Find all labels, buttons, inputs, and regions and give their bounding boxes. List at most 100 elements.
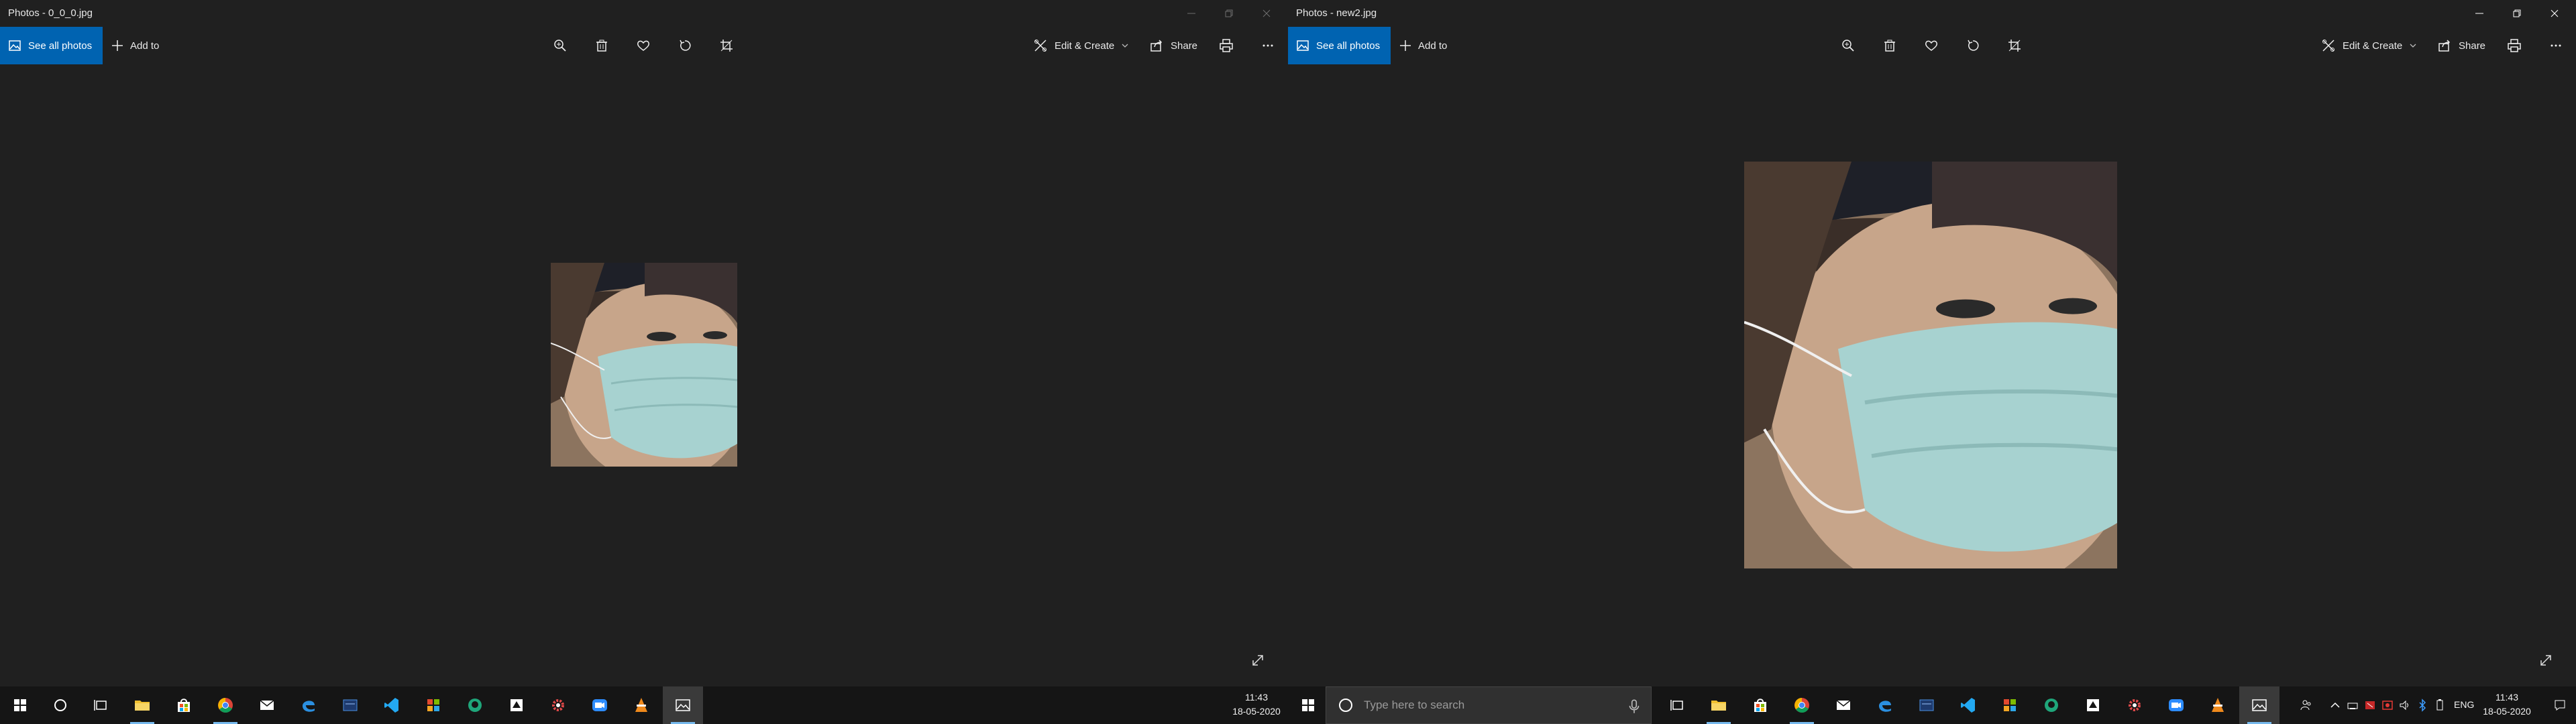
delete-icon <box>596 40 607 52</box>
taskbar-zoom[interactable] <box>580 686 620 724</box>
see-all-photos-button[interactable]: See all photos <box>1288 27 1391 64</box>
delete-button[interactable] <box>588 34 615 58</box>
tray-bluetooth[interactable] <box>2414 686 2431 724</box>
taskbar-photos[interactable] <box>2239 686 2279 724</box>
tray-network[interactable] <box>2344 686 2361 724</box>
taskbar-vlc[interactable] <box>621 686 661 724</box>
taskbar-gitkraken[interactable] <box>455 686 495 724</box>
close-button[interactable] <box>2536 0 2573 27</box>
rotate-button[interactable] <box>1960 34 1986 58</box>
full-screen-button[interactable] <box>2536 650 2556 670</box>
taskbar-mail[interactable] <box>247 686 287 724</box>
office-icon <box>427 699 439 711</box>
taskbar-vscode[interactable] <box>1948 686 1988 724</box>
full-screen-button[interactable] <box>1248 650 1268 670</box>
show-hidden-icons-button[interactable] <box>2326 686 2344 724</box>
edit-create-label: Edit & Create <box>2343 40 2403 52</box>
taskbar-zoom[interactable] <box>2156 686 2196 724</box>
people-button[interactable] <box>2294 686 2318 724</box>
delete-button[interactable] <box>1876 34 1903 58</box>
close-icon <box>1263 9 1271 17</box>
language-indicator[interactable]: ENG <box>2454 699 2474 710</box>
start-button[interactable] <box>0 686 40 724</box>
clock-date: 18-05-2020 <box>1232 706 1281 717</box>
crop-icon <box>720 40 733 52</box>
title-bar[interactable]: Photos - new2.jpg <box>1288 0 2576 27</box>
chevron-up-icon <box>2330 702 2340 708</box>
gear-icon <box>2129 699 2141 711</box>
restore-icon <box>2513 9 2521 17</box>
rotate-button[interactable] <box>672 34 698 58</box>
taskbar-mail[interactable] <box>1823 686 1864 724</box>
taskbar-edge[interactable] <box>288 686 329 724</box>
taskbar-vlc[interactable] <box>2198 686 2238 724</box>
cortana-button[interactable] <box>40 686 80 724</box>
taskbar-chrome[interactable] <box>1782 686 1822 724</box>
start-button[interactable] <box>1288 686 1328 724</box>
close-button[interactable] <box>1248 0 1285 27</box>
print-button[interactable] <box>2501 34 2528 58</box>
taskbar-edge[interactable] <box>1865 686 1905 724</box>
taskbar-photos[interactable] <box>663 686 703 724</box>
taskbar-store[interactable] <box>1740 686 1780 724</box>
more-button[interactable] <box>1254 34 1281 58</box>
share-button[interactable]: Share <box>2437 34 2485 58</box>
restore-button[interactable] <box>2498 0 2536 27</box>
taskbar-chrome[interactable] <box>205 686 246 724</box>
store-icon <box>178 699 190 712</box>
add-to-button[interactable]: Add to <box>111 27 159 64</box>
taskbar-unity[interactable] <box>2073 686 2113 724</box>
more-button[interactable] <box>2542 34 2569 58</box>
taskbar-store[interactable] <box>164 686 204 724</box>
taskbar-unity[interactable] <box>496 686 537 724</box>
edit-create-button[interactable]: Edit & Create <box>1033 34 1129 58</box>
taskbar-office[interactable] <box>413 686 453 724</box>
favorite-button[interactable] <box>1918 34 1945 58</box>
taskbar-settings[interactable] <box>2114 686 2155 724</box>
add-to-button[interactable]: Add to <box>1399 27 1447 64</box>
task-view-icon <box>94 700 107 711</box>
vscode-icon <box>1961 698 1975 713</box>
task-view-button[interactable] <box>1657 686 1697 724</box>
minimize-button[interactable] <box>2461 0 2498 27</box>
taskbar-photos-tool[interactable] <box>330 686 370 724</box>
see-all-photos-button[interactable]: See all photos <box>0 27 103 64</box>
taskbar-vscode[interactable] <box>372 686 412 724</box>
taskbar-clock[interactable]: 11:43 18-05-2020 <box>2477 690 2537 719</box>
mail-icon <box>1836 700 1851 710</box>
title-bar[interactable]: Photos - 0_0_0.jpg <box>0 0 1288 27</box>
people-icon <box>2300 700 2311 711</box>
minimize-button[interactable] <box>1173 0 1210 27</box>
taskbar-file-explorer[interactable] <box>122 686 162 724</box>
taskbar-search-box[interactable]: Type here to search <box>1326 686 1652 724</box>
share-button[interactable]: Share <box>1149 34 1197 58</box>
favorite-button[interactable] <box>630 34 657 58</box>
crop-button[interactable] <box>713 34 740 58</box>
gitkraken-icon <box>2045 699 2058 712</box>
shield-icon <box>2365 701 2375 709</box>
taskbar-clock[interactable]: 11:43 18-05-2020 <box>1226 690 1287 719</box>
tray-antivirus[interactable] <box>2361 686 2379 724</box>
vlc-icon <box>635 698 647 712</box>
tray-battery[interactable] <box>2431 686 2449 724</box>
action-center-button[interactable] <box>2546 686 2573 724</box>
taskbar-office[interactable] <box>1990 686 2030 724</box>
unity-icon <box>2087 699 2099 711</box>
tray-volume[interactable] <box>2396 686 2414 724</box>
edit-create-button[interactable]: Edit & Create <box>2321 34 2417 58</box>
chrome-icon <box>1794 698 1809 713</box>
zoom-button[interactable] <box>547 34 574 58</box>
crop-button[interactable] <box>2001 34 2028 58</box>
microphone-icon[interactable] <box>1625 698 1643 715</box>
restore-button[interactable] <box>1210 0 1248 27</box>
zoom-button[interactable] <box>1835 34 1862 58</box>
print-button[interactable] <box>1213 34 1240 58</box>
taskbar-photos-tool[interactable] <box>1907 686 1947 724</box>
taskbar-secondary: 11:43 18-05-2020 <box>0 686 1288 724</box>
taskbar-gitkraken[interactable] <box>2031 686 2072 724</box>
taskbar-file-explorer[interactable] <box>1699 686 1739 724</box>
taskbar-settings[interactable] <box>538 686 578 724</box>
task-view-button[interactable] <box>80 686 121 724</box>
tray-app-red[interactable] <box>2379 686 2396 724</box>
chevron-down-icon <box>2410 44 2416 48</box>
